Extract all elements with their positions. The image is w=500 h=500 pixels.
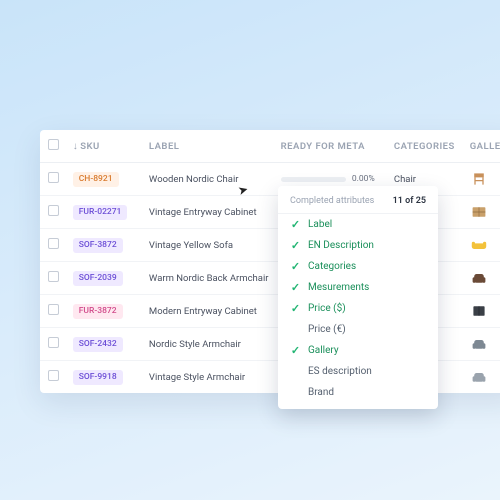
popover-attribute-label: Label [308, 219, 332, 230]
column-select[interactable] [40, 130, 67, 163]
product-thumb-icon [469, 204, 489, 220]
row-checkbox[interactable] [48, 238, 59, 249]
check-icon: ✓ [290, 219, 301, 230]
product-label: Vintage Entryway Cabinet [143, 196, 275, 229]
sku-pill[interactable]: FUR-3872 [73, 304, 123, 319]
table-header-row: ↓SKU LABEL READY FOR META CATEGORIES GAL… [40, 130, 500, 163]
column-gallery[interactable]: GALLERY [463, 130, 500, 163]
popover-attribute-label: ES description [308, 366, 372, 377]
column-ready[interactable]: READY FOR META [275, 130, 388, 163]
row-checkbox[interactable] [48, 205, 59, 216]
column-categories[interactable]: CATEGORIES [388, 130, 463, 163]
row-checkbox[interactable] [48, 172, 59, 183]
popover-attribute-label: Categories [308, 261, 356, 272]
product-label: Vintage Yellow Sofa [143, 229, 275, 262]
product-thumb-icon [469, 369, 489, 385]
check-icon: ✓ [290, 303, 301, 314]
check-icon: ✓ [290, 261, 301, 272]
row-checkbox[interactable] [48, 370, 59, 381]
product-label: Warm Nordic Back Armchair [143, 262, 275, 295]
popover-attribute-item[interactable]: ✓ Label [278, 214, 438, 235]
popover-attribute-item[interactable]: ✓ Price ($) [278, 298, 438, 319]
popover-attribute-item[interactable]: ✓ Mesurements [278, 277, 438, 298]
sku-pill[interactable]: SOF-9918 [73, 370, 123, 385]
row-checkbox[interactable] [48, 271, 59, 282]
product-label: Nordic Style Armchair [143, 328, 275, 361]
popover-attribute-item[interactable]: ✓ Categories [278, 256, 438, 277]
popover-title: Completed attributes [290, 196, 374, 206]
check-icon: ✓ [290, 240, 301, 251]
popover-attribute-label: Price (€) [308, 324, 346, 335]
product-label: Vintage Style Armchair [143, 361, 275, 394]
sku-pill[interactable]: SOF-2039 [73, 271, 123, 286]
product-thumb-icon [469, 336, 489, 352]
product-thumb-icon [469, 303, 489, 319]
popover-attribute-label: Gallery [308, 345, 339, 356]
popover-header: Completed attributes 11 of 25 [278, 194, 438, 214]
product-label: Wooden Nordic Chair [143, 163, 275, 196]
column-sku-label: SKU [80, 141, 99, 152]
row-checkbox[interactable] [48, 304, 59, 315]
select-all-checkbox[interactable] [48, 139, 59, 150]
progress-percent: 0.00% [352, 174, 382, 184]
popover-attribute-item[interactable]: ✓Brand [278, 382, 438, 403]
popover-attribute-item[interactable]: ✓Price (€) [278, 319, 438, 340]
popover-attribute-label: Price ($) [308, 303, 346, 314]
attributes-popover: Completed attributes 11 of 25 ✓ Label ✓ EN … [278, 186, 438, 409]
product-thumb-icon [469, 237, 489, 253]
popover-attribute-item[interactable]: ✓ EN Description [278, 235, 438, 256]
sort-desc-icon: ↓ [73, 141, 78, 152]
sku-pill[interactable]: FUR-02271 [73, 205, 128, 220]
column-gallery-text: GALLERY [470, 141, 500, 152]
row-checkbox[interactable] [48, 337, 59, 348]
sku-pill[interactable]: SOF-3872 [73, 238, 123, 253]
popover-attribute-item[interactable]: ✓ES description [278, 361, 438, 382]
column-label[interactable]: LABEL [143, 130, 275, 163]
check-icon: ✓ [290, 345, 301, 356]
popover-attribute-item[interactable]: ✓ Gallery [278, 340, 438, 361]
column-categories-text: CATEGORIES [394, 141, 455, 152]
check-icon: ✓ [290, 282, 301, 293]
popover-attribute-label: Brand [308, 387, 334, 398]
column-label-text: LABEL [149, 141, 179, 152]
product-thumb-icon [469, 270, 489, 286]
column-sku[interactable]: ↓SKU [67, 130, 143, 163]
popover-count: 11 of 25 [393, 196, 426, 206]
popover-attribute-label: EN Description [308, 240, 374, 251]
progress-bar [281, 177, 346, 182]
product-thumb-icon [469, 171, 489, 187]
product-label: Modern Entryway Cabinet [143, 295, 275, 328]
column-ready-text: READY FOR META [281, 141, 365, 152]
sku-pill[interactable]: SOF-2432 [73, 337, 123, 352]
popover-attribute-label: Mesurements [308, 282, 369, 293]
sku-pill[interactable]: CH-8921 [73, 172, 119, 187]
